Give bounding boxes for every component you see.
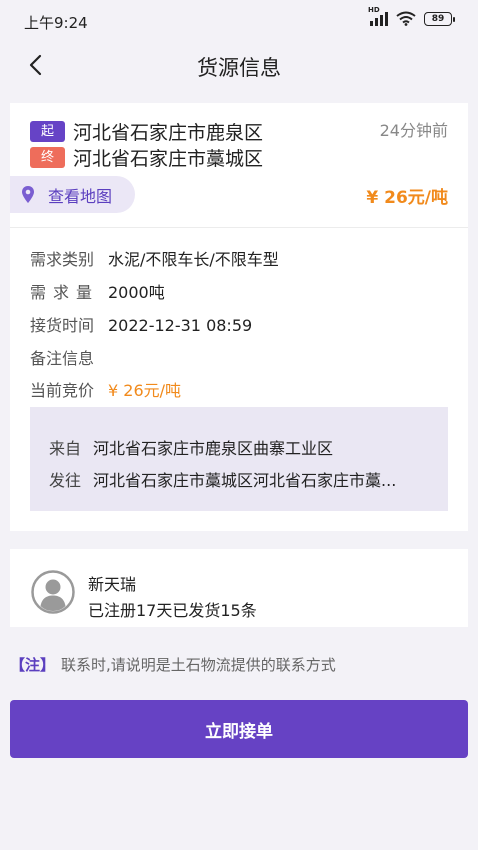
status-time: 上午9:24 — [24, 14, 88, 32]
accept-order-button[interactable]: 立即接单 — [10, 700, 468, 758]
origin-address: 河北省石家庄市鹿泉区曲寨工业区 — [93, 439, 334, 458]
destination-address: 河北省石家庄市藁城区河北省石家庄市藁... — [93, 471, 397, 490]
divider — [10, 227, 468, 228]
route-from: 河北省石家庄市鹿泉区 — [73, 122, 264, 144]
nav-bar: 货源信息 — [0, 42, 478, 88]
status-icons: HD 89 — [368, 6, 455, 26]
remark-row: 备注信息 — [30, 345, 108, 369]
view-map-label: 查看地图 — [48, 186, 113, 206]
network-type-label: HD — [368, 5, 380, 14]
destination-address-row: 发往 河北省石家庄市藁城区河北省石家庄市藁... — [49, 467, 429, 491]
page-title: 货源信息 — [197, 56, 281, 80]
quantity-value: 2000吨 — [108, 283, 165, 302]
current-bid-row: 当前竞价 ¥ 26元/吨 — [30, 377, 181, 401]
pickup-time-label: 接货时间 — [30, 316, 95, 335]
category-row: 需求类别 水泥/不限车长/不限车型 — [30, 246, 279, 270]
battery-level: 89 — [431, 13, 445, 24]
price-highlight: ¥ 26元/吨 — [366, 188, 448, 208]
to-tag: 终 — [30, 147, 65, 168]
route-from-row: 起 河北省石家庄市鹿泉区 — [30, 118, 263, 145]
current-bid-label: 当前竞价 — [30, 381, 95, 400]
user-avatar-icon — [31, 570, 75, 614]
battery-icon: 89 — [424, 11, 455, 26]
category-value: 水泥/不限车长/不限车型 — [108, 250, 279, 269]
destination-label: 发往 — [49, 471, 82, 490]
from-tag: 起 — [30, 121, 65, 142]
cargo-info-card: 起 河北省石家庄市鹿泉区 终 河北省石家庄市藁城区 24分钟前 查看地图 ¥ 2… — [10, 103, 468, 531]
posted-time: 24分钟前 — [379, 121, 448, 140]
pickup-time-row: 接货时间 2022-12-31 08:59 — [30, 312, 252, 336]
quantity-label: 需求量 — [30, 283, 100, 302]
route-to: 河北省石家庄市藁城区 — [73, 148, 264, 170]
notice-tag: 【注】 — [10, 656, 56, 674]
map-pin-icon — [22, 185, 34, 203]
shipper-card[interactable]: 新天瑞 已注册17天已发货15条 — [10, 549, 468, 627]
origin-label: 来自 — [49, 439, 82, 458]
contact-notice: 【注】 联系时,请说明是土石物流提供的联系方式 — [10, 654, 336, 675]
origin-address-row: 来自 河北省石家庄市鹿泉区曲寨工业区 — [49, 435, 429, 459]
shipper-name: 新天瑞 — [88, 575, 137, 594]
signal-icon: HD — [368, 6, 388, 26]
notice-text: 联系时,请说明是土石物流提供的联系方式 — [61, 656, 336, 674]
address-box: 来自 河北省石家庄市鹿泉区曲寨工业区 发往 河北省石家庄市藁城区河北省石家庄市藁..… — [30, 407, 448, 511]
wifi-icon — [396, 11, 416, 26]
pickup-time-value: 2022-12-31 08:59 — [108, 316, 253, 335]
route-to-row: 终 河北省石家庄市藁城区 — [30, 144, 263, 171]
shipper-stats: 已注册17天已发货15条 — [88, 601, 257, 620]
view-map-button[interactable]: 查看地图 — [10, 176, 135, 213]
category-label: 需求类别 — [30, 250, 95, 269]
quantity-row: 需求量 2000吨 — [30, 279, 165, 303]
current-bid-value: ¥ 26元/吨 — [108, 381, 182, 400]
remark-label: 备注信息 — [30, 349, 95, 368]
status-bar: 上午9:24 HD 89 — [0, 0, 478, 42]
